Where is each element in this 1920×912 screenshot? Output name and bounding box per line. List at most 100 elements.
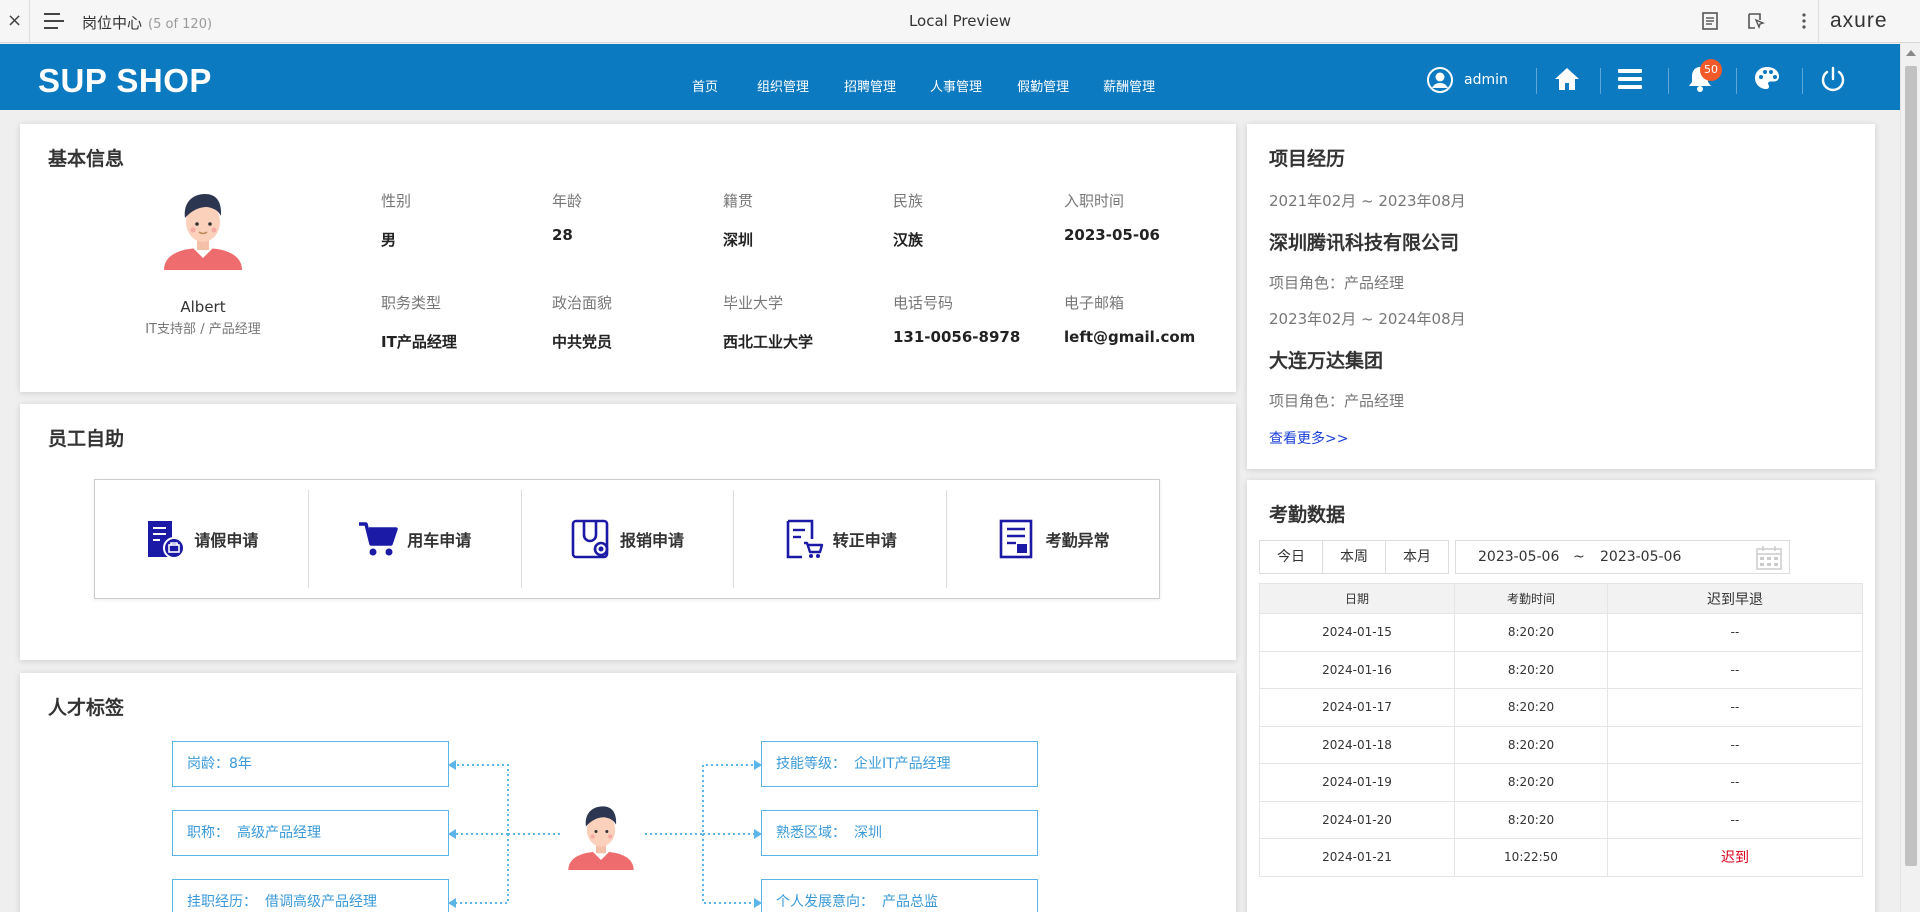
calendar-icon[interactable] [1756,546,1782,570]
cell-date: 2024-01-21 [1259,838,1455,877]
leave-request-button[interactable]: 请假申请 [95,480,308,598]
cell-date: 2024-01-19 [1259,763,1455,802]
end-date[interactable]: 2023-05-06 [1600,549,1681,565]
palette-icon[interactable] [1752,64,1782,94]
sitemap-menu-icon[interactable] [44,13,64,29]
scroll-up-arrow-icon[interactable] [1906,50,1916,56]
header-divider [1668,68,1669,94]
regularization-icon [786,519,823,559]
attendance-exception-button[interactable]: 考勤异常 [946,480,1159,598]
power-icon[interactable] [1818,64,1848,94]
page-scrollbar[interactable] [1900,44,1920,912]
tab-today[interactable]: 今日 [1260,541,1322,573]
header-divider [1600,68,1601,94]
cell-status-late: 迟到 [1607,838,1863,877]
column-header-late: 迟到早退 [1607,583,1863,614]
project-period: 2023年02月 ~ 2024年08月 [1269,310,1466,328]
notification-badge: 50 [1700,59,1722,81]
user-menu[interactable]: admin [1426,66,1508,94]
field-age: 年龄 28 [552,190,712,244]
field-value: 深圳 [723,231,754,249]
reimbursement-request-label: 报销申请 [619,531,684,550]
more-options-icon[interactable] [1794,11,1814,31]
date-range-picker[interactable]: 2023-05-06 ~ 2023-05-06 [1455,540,1790,574]
tab-this-week[interactable]: 本周 [1322,541,1385,573]
field-label: 政治面貌 [552,294,613,312]
field-email: 电子邮箱 left@gmail.com [1064,292,1234,346]
tag-label: 岗龄： [187,756,229,772]
field-value: 131-0056-8978 [893,328,1021,346]
tag-label: 技能等级： [776,756,846,772]
table-row: 2024-01-19 8:20:20 -- [1259,763,1863,802]
field-label: 电话号码 [893,294,954,312]
cell-time: 8:20:20 [1454,688,1608,727]
tag-career-intention: 个人发展意向： 产品总监 [761,879,1038,912]
field-value: 汉族 [893,231,924,249]
field-gender: 性别男 [381,190,541,250]
leave-request-label: 请假申请 [194,531,259,550]
nav-organization[interactable]: 组织管理 [757,76,809,95]
toolbar-divider [1818,0,1819,43]
cell-date: 2024-01-16 [1259,650,1455,689]
cell-status: -- [1607,800,1863,839]
talent-avatar [568,806,634,870]
field-value: left@gmail.com [1064,328,1196,346]
field-value: 2023-05-06 [1064,226,1160,244]
nav-home[interactable]: 首页 [692,76,718,95]
nav-attendance-leave[interactable]: 假勤管理 [1017,76,1069,95]
tag-value: 企业IT产品经理 [854,756,951,772]
cell-status: -- [1607,650,1863,689]
field-label: 入职时间 [1064,192,1125,210]
home-icon[interactable] [1552,64,1582,94]
field-label: 职务类型 [381,294,442,312]
tag-label: 挂职经历： [187,894,257,910]
cell-date: 2024-01-18 [1259,725,1455,764]
vehicle-request-button[interactable]: 用车申请 [307,480,521,598]
preview-toolbar: × 岗位中心 (5 of 120) Local Preview axure [0,0,1920,43]
tag-value: 8年 [229,756,252,772]
tag-secondment: 挂职经历： 借调高级产品经理 [172,879,449,912]
attendance-card: 考勤数据 今日 本周 本月 2023-05-06 ~ 2023-05-06 日期… [1247,480,1875,912]
view-more-link[interactable]: 查看更多>> [1269,428,1348,448]
cell-status: -- [1607,763,1863,802]
field-hire-date: 入职时间 2023-05-06 [1064,190,1224,244]
date-separator: ~ [1573,549,1585,565]
preview-title: Local Preview [908,12,1012,30]
tag-tenure: 岗龄：8年 [172,741,449,787]
avatar [164,194,242,270]
table-row: 2024-01-16 8:20:20 -- [1259,650,1863,689]
cell-time: 8:20:20 [1454,725,1608,764]
table-row: 2024-01-17 8:20:20 -- [1259,688,1863,727]
header-divider [1536,68,1537,94]
attendance-exception-label: 考勤异常 [1045,531,1110,550]
scrollbar-thumb[interactable] [1905,66,1917,866]
cell-time: 8:20:20 [1454,613,1608,652]
inspect-icon[interactable] [1746,11,1766,31]
table-header-row: 日期 考勤时间 迟到早退 [1259,583,1863,614]
close-icon[interactable]: × [0,0,30,43]
header-divider [1736,68,1737,94]
page-name: 岗位中心 (5 of 120) [82,12,212,33]
nav-recruitment[interactable]: 招聘管理 [844,76,896,95]
field-value: IT产品经理 [381,333,457,351]
menu-icon[interactable] [1615,64,1645,94]
tag-value: 借调高级产品经理 [265,894,377,910]
nav-personnel[interactable]: 人事管理 [930,76,982,95]
project-role: 项目角色：产品经理 [1269,392,1405,410]
nav-payroll[interactable]: 薪酬管理 [1103,76,1155,95]
basic-info-card: 基本信息 Albert IT支持部 / 产品经理 性别男 年龄 28 籍贯 深圳 民… [20,124,1236,392]
project-company: 深圳腾讯科技有限公司 [1269,232,1460,254]
field-phone: 电话号码 131-0056-8978 [893,292,1053,346]
leave-request-icon [148,521,186,559]
tag-skill-level: 技能等级： 企业IT产品经理 [761,741,1038,787]
reimbursement-request-button[interactable]: 报销申请 [520,480,734,598]
column-header-date: 日期 [1259,583,1455,614]
self-service-panel: 请假申请 用车申请 报销申请 转正申请 考勤异常 [94,479,1160,599]
header-divider [1802,68,1803,94]
regularization-request-button[interactable]: 转正申请 [733,480,946,598]
self-service-card: 员工自助 请假申请 用车申请 报销申请 转正申请 考勤异常 [20,404,1236,660]
cell-date: 2024-01-15 [1259,613,1455,652]
tab-this-month[interactable]: 本月 [1385,541,1448,573]
start-date[interactable]: 2023-05-06 [1478,549,1559,565]
notes-icon[interactable] [1700,11,1720,31]
